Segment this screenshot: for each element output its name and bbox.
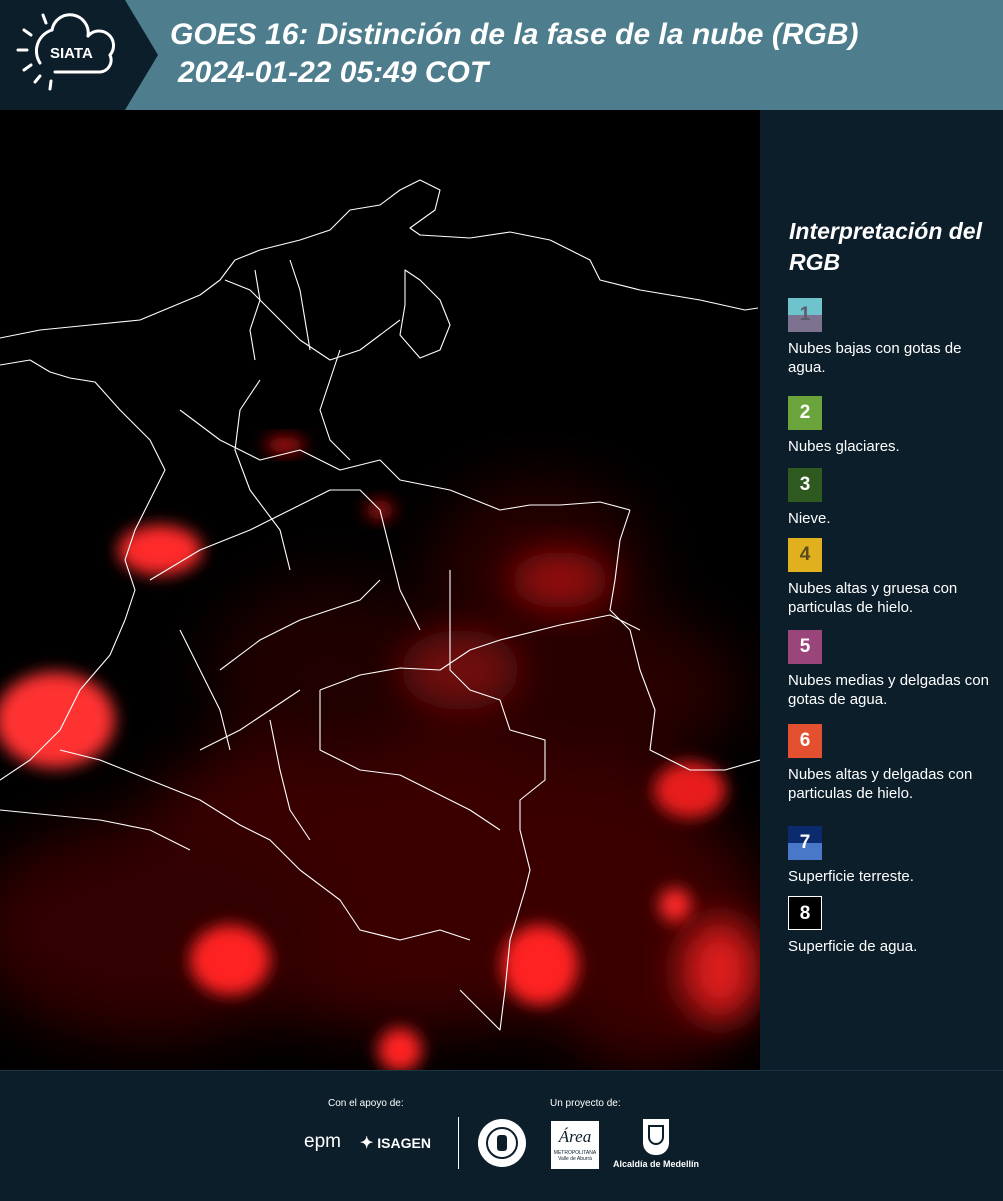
alcaldia-shield-icon <box>643 1119 669 1155</box>
legend-label: Superficie terreste. <box>788 868 914 885</box>
footer: Con el apoyo de: Un proyecto de: epm ✦ I… <box>0 1070 1003 1201</box>
support-label: Con el apoyo de: <box>328 1098 404 1109</box>
legend-swatch: 6 <box>788 724 822 758</box>
isagen-icon: ✦ <box>360 1135 374 1152</box>
legend-label: Nubes glaciares. <box>788 438 900 455</box>
area-name: Área <box>558 1127 592 1146</box>
legend-item: 7 Superficie terreste. <box>788 826 1000 886</box>
legend-swatch: 1 <box>788 298 822 332</box>
area-sub2: Valle de Aburrá <box>558 1156 592 1162</box>
legend-panel: Interpretación del RGB 1 Nubes bajas con … <box>760 110 1003 1070</box>
legend-number: 7 <box>799 832 811 853</box>
legend-number: 2 <box>799 402 811 423</box>
legend-item: 6 Nubes altas y delgadas con particulas d… <box>788 724 1000 803</box>
epm-logo: epm <box>304 1131 341 1152</box>
legend-swatch: 7 <box>788 826 822 860</box>
legend-number: 5 <box>799 636 811 657</box>
logo-text: SIATA <box>50 45 93 62</box>
legend-swatch: 4 <box>788 538 822 572</box>
legend-item: 1 Nubes bajas con gotas de agua. <box>788 298 1000 377</box>
page-title: GOES 16: Distinción de la fase de la nub… <box>170 16 858 92</box>
satellite-map <box>0 110 760 1070</box>
legend-number: 6 <box>799 730 811 751</box>
legend-item: 4 Nubes altas y gruesa con particulas de … <box>788 538 1000 617</box>
area-metropolitana-logo: Área METROPOLITANA Valle de Aburrá <box>551 1121 599 1169</box>
legend-label: Superficie de agua. <box>788 938 918 955</box>
legend-label: Nubes bajas con gotas de agua. <box>788 340 962 376</box>
legend-label: Nubes altas y delgadas con particulas de… <box>788 766 973 802</box>
legend-number: 4 <box>799 544 811 565</box>
isagen-logo: ✦ ISAGEN <box>360 1133 431 1153</box>
header-bar: SIATA GOES 16: Distinción de la fase de … <box>0 0 1003 110</box>
footer-divider <box>458 1117 459 1169</box>
legend-number: 1 <box>799 304 811 325</box>
project-label: Un proyecto de: <box>550 1098 621 1109</box>
legend-item: 2 Nubes glaciares. <box>788 396 1000 456</box>
legend-swatch: 8 <box>788 896 822 930</box>
legend-swatch: 3 <box>788 468 822 502</box>
legend-swatch: 2 <box>788 396 822 430</box>
title-line-1: GOES 16: Distinción de la fase de la nub… <box>170 18 859 51</box>
isagen-text: ISAGEN <box>377 1135 431 1151</box>
legend-label: Nubes altas y gruesa con particulas de h… <box>788 580 958 616</box>
map-canvas <box>0 110 760 1070</box>
title-line-2: 2024-01-22 05:49 COT <box>178 56 489 89</box>
legend-item: 3 Nieve. <box>788 468 1000 528</box>
legend-title: Interpretación del RGB <box>789 218 982 275</box>
legend-number: 8 <box>799 903 811 924</box>
alcaldia-text: Alcaldía de Medellín <box>613 1159 700 1169</box>
legend-label: Nieve. <box>788 510 831 527</box>
legend-item: 8 Superficie de agua. <box>788 896 1000 956</box>
medellin-seal-icon <box>478 1119 526 1167</box>
siata-logo: SIATA <box>0 0 158 110</box>
legend-label: Nubes medias y delgadas con gotas de agu… <box>788 672 989 708</box>
legend-swatch: 5 <box>788 630 822 664</box>
legend-item: 5 Nubes medias y delgadas con gotas de ag… <box>788 630 1000 709</box>
legend-number: 3 <box>799 474 811 495</box>
